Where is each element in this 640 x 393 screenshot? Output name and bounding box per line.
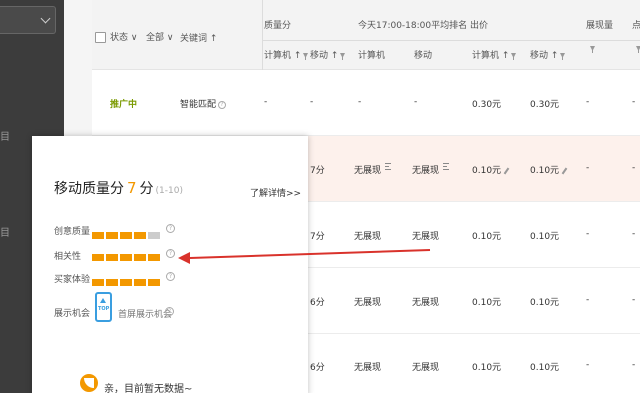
bid-pc: 0.10元 xyxy=(472,163,510,176)
rank-pc: 无展现 xyxy=(354,298,382,308)
filter-icon xyxy=(511,52,517,60)
quality-mobile: - xyxy=(310,97,314,107)
clicks-value: - xyxy=(632,229,636,239)
quality-pc-sort[interactable]: 计算机 ↑ xyxy=(264,48,309,61)
metric-label: 买家体验 xyxy=(54,275,91,285)
quality-pc: - xyxy=(264,97,268,107)
phone-top-icon: TOP xyxy=(95,292,112,322)
sidebar-glyph-2[interactable]: 目 xyxy=(0,224,10,239)
rank-header: 今天17:00-18:00平均排名 xyxy=(358,21,468,31)
rank-pc-header: 计算机 xyxy=(358,51,386,61)
bid-pc: 0.30元 xyxy=(472,100,502,110)
display-label: 展示机会 xyxy=(54,309,91,319)
sidebar-dropdown[interactable] xyxy=(0,6,56,34)
clicks-value: - xyxy=(632,97,636,107)
clicks-value: - xyxy=(632,295,636,305)
table-header: 状态 ∨ 全部 ∨ 关键词 ↑ 质量分 今天17:00-18:00平均排名 出价… xyxy=(92,0,640,70)
rank-mobile: 无展现 xyxy=(412,163,450,176)
rank-mobile: 无展现 xyxy=(412,363,440,373)
filter-icon xyxy=(560,52,566,60)
rank-trend-icon[interactable] xyxy=(385,163,392,172)
no-data-text: 亲，目前暂无数据~ xyxy=(104,384,193,393)
filter-icon xyxy=(303,52,309,60)
popup-title: 移动质量分 7 分 (1-10) xyxy=(54,179,183,197)
filter-icon xyxy=(340,52,346,60)
quality-mobile[interactable]: 7分 xyxy=(310,229,325,242)
bid-pc: 0.10元 xyxy=(472,298,502,308)
quality-mob-sort[interactable]: 移动 ↑ xyxy=(310,48,346,61)
clicks-filter-icon[interactable] xyxy=(636,46,640,53)
impressions-value: - xyxy=(586,229,590,239)
help-icon[interactable]: ? xyxy=(166,272,175,281)
no-data-icon xyxy=(80,374,98,392)
all-filter[interactable]: 全部 ∨ xyxy=(146,30,173,43)
bid-mobile: 0.10元 xyxy=(530,163,568,176)
clicks-header: 点 xyxy=(632,21,640,31)
quality-mobile[interactable]: 7分 xyxy=(310,163,325,176)
rank-mob-header: 移动 xyxy=(414,51,433,61)
help-icon[interactable]: ? xyxy=(166,224,175,233)
quality-mobile[interactable]: 6分 xyxy=(310,295,325,308)
rank-trend-icon[interactable] xyxy=(443,163,450,172)
impressions-header: 展现量 xyxy=(586,21,614,31)
quality-header: 质量分 xyxy=(264,21,292,31)
rank-pc: 无展现 xyxy=(354,363,382,373)
status-text: 推广中 xyxy=(110,100,138,110)
sidebar-glyph-1[interactable]: 目 xyxy=(0,128,10,143)
bid-mob-sort[interactable]: 移动 ↑ xyxy=(530,48,566,61)
metric-label: 相关性 xyxy=(54,252,82,262)
bid-header: 出价 xyxy=(470,21,489,31)
quality-mobile[interactable]: 6分 xyxy=(310,360,325,373)
impressions-value: - xyxy=(586,163,590,173)
match-type: 智能匹配? xyxy=(180,97,227,110)
bid-mobile: 0.30元 xyxy=(530,100,560,110)
rank-mobile: - xyxy=(414,97,418,107)
quality-score-popup: 移动质量分 7 分 (1-10) 了解详情>> 创意质量 ? 相关性 ? 买家体验 ?… xyxy=(32,136,308,393)
page: 目 目 状态 ∨ 全部 ∨ 关键词 ↑ 质量分 今天17:00-18:00平均排… xyxy=(0,0,640,393)
clicks-value: - xyxy=(632,360,636,370)
rank-pc: 无展现 xyxy=(354,232,382,242)
keyword-sort[interactable]: 关键词 ↑ xyxy=(180,31,217,44)
impressions-filter-icon[interactable] xyxy=(590,46,595,53)
help-icon[interactable]: ? xyxy=(218,100,227,109)
first-screen-text: 首屏展示机会 xyxy=(118,310,173,320)
impressions-value: - xyxy=(586,97,590,107)
score-range: (1-10) xyxy=(155,186,183,196)
help-icon[interactable]: ? xyxy=(165,307,174,316)
bid-mobile: 0.10元 xyxy=(530,363,560,373)
score-value: 7 xyxy=(127,179,137,197)
status-filter[interactable]: 状态 ∨ xyxy=(110,30,137,43)
bid-mobile: 0.10元 xyxy=(530,232,560,242)
table-row: 推广中 智能匹配? - - - - 0.30元 0.30元 - - xyxy=(92,70,640,136)
rank-mobile: 无展现 xyxy=(412,298,440,308)
edit-icon[interactable] xyxy=(503,167,510,174)
impressions-value: - xyxy=(586,295,590,305)
rank-pc: - xyxy=(358,97,362,107)
bid-pc: 0.10元 xyxy=(472,363,502,373)
header-divider xyxy=(262,40,640,41)
bid-pc: 0.10元 xyxy=(472,232,502,242)
header-vline xyxy=(262,0,263,70)
learn-more-link[interactable]: 了解详情>> xyxy=(250,186,301,199)
edit-icon[interactable] xyxy=(561,167,568,174)
metric-label: 创意质量 xyxy=(54,227,91,237)
bid-mobile: 0.10元 xyxy=(530,298,560,308)
clicks-value: - xyxy=(632,163,636,173)
select-all-checkbox[interactable] xyxy=(95,32,106,43)
bid-pc-sort[interactable]: 计算机 ↑ xyxy=(472,48,517,61)
impressions-value: - xyxy=(586,360,590,370)
rank-pc: 无展现 xyxy=(354,163,392,176)
rank-mobile: 无展现 xyxy=(412,232,440,242)
chevron-down-icon xyxy=(40,13,51,24)
help-icon[interactable]: ? xyxy=(166,249,175,258)
